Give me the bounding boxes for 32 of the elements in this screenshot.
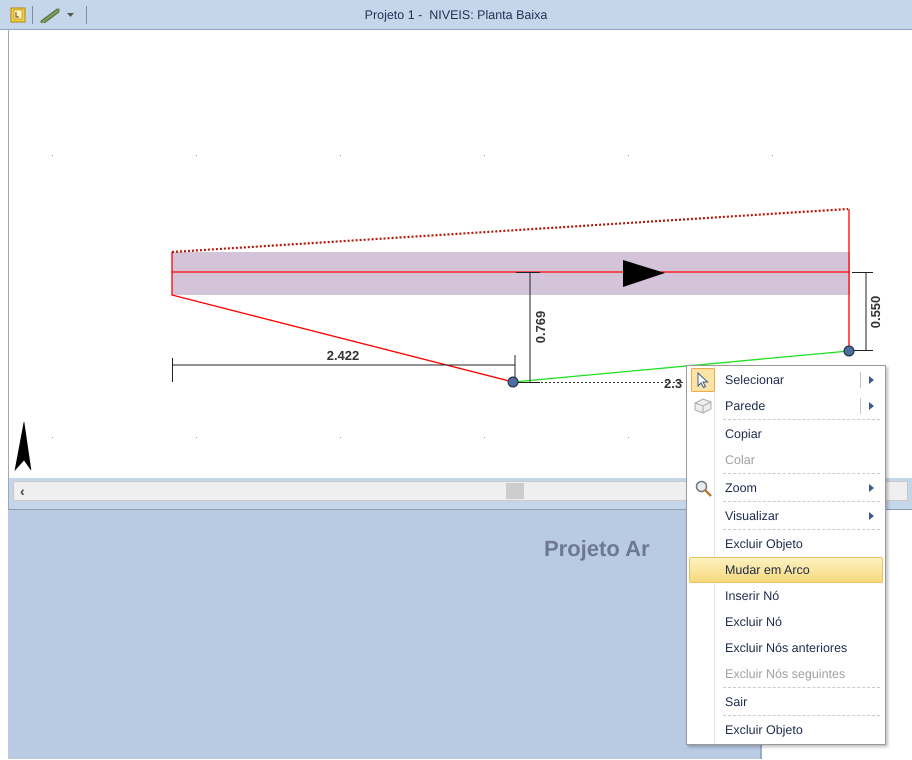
menu-item[interactable]: Selecionar xyxy=(689,367,883,393)
menu-item[interactable]: Visualizar xyxy=(689,503,883,531)
dimension-label: 2.3 xyxy=(664,376,682,391)
menu-item[interactable]: Sair xyxy=(689,689,883,717)
node-handle[interactable] xyxy=(508,376,518,388)
window-title: Projeto 1 - NIVEIS: Planta Baixa xyxy=(364,8,548,22)
direction-arrow xyxy=(623,260,665,287)
scroll-thumb[interactable] xyxy=(506,483,524,499)
book-icon[interactable] xyxy=(10,6,26,22)
node-handle[interactable] xyxy=(844,346,854,356)
scroll-left-button[interactable]: ‹ xyxy=(14,484,31,498)
menu-item[interactable]: Parede xyxy=(689,393,883,421)
north-arrow-icon xyxy=(14,422,32,471)
menu-item[interactable]: Excluir Objeto xyxy=(689,531,883,557)
panel-heading: Projeto Ar xyxy=(544,535,651,563)
submenu-arrow-icon xyxy=(869,484,874,492)
pointer-icon xyxy=(697,372,709,388)
dimension-label: 0.550 xyxy=(868,296,883,328)
menu-item[interactable]: Excluir Nós anteriores xyxy=(689,635,883,661)
submenu-arrow-icon xyxy=(869,402,874,410)
dimension-label: 2.422 xyxy=(326,348,360,363)
search-icon xyxy=(694,480,712,496)
wall-icon xyxy=(694,398,712,414)
dimension-label: 0.769 xyxy=(533,310,548,344)
menu-item[interactable]: Copiar xyxy=(689,421,883,447)
submenu-arrow-icon xyxy=(869,376,874,384)
submenu-arrow-icon xyxy=(869,512,874,520)
menu-item[interactable]: Mudar em Arco xyxy=(689,557,883,583)
caret-icon[interactable] xyxy=(67,12,74,16)
menu-item[interactable]: Excluir Nó xyxy=(689,609,883,635)
menu-item[interactable]: Inserir Nó xyxy=(689,583,883,609)
menu-item[interactable]: Excluir Objeto xyxy=(689,717,883,743)
